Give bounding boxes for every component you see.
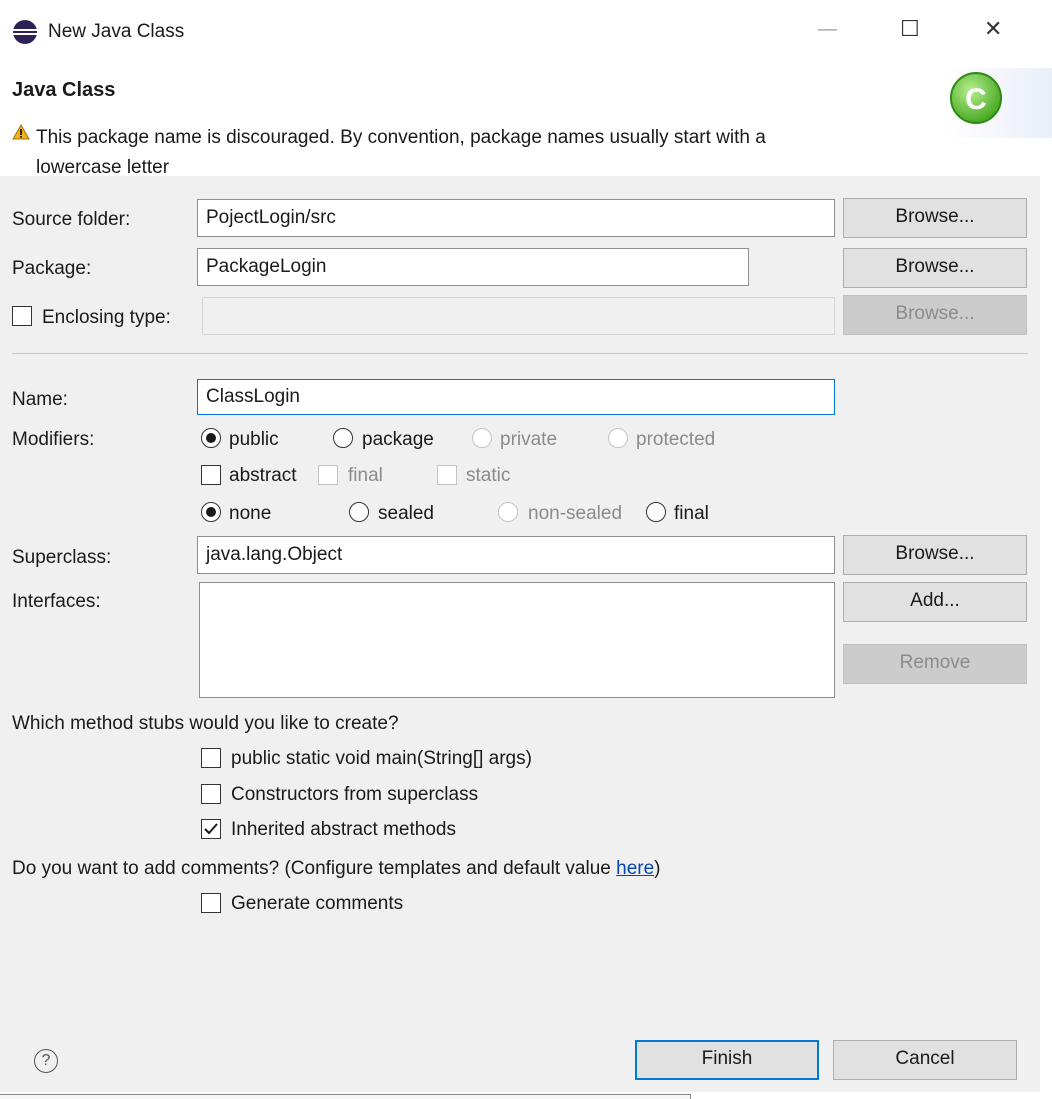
browse-package-button[interactable]: Browse... xyxy=(843,248,1027,288)
abstract-label: abstract xyxy=(229,465,297,486)
modifier-private-radio xyxy=(472,428,492,448)
final-label: final xyxy=(348,465,383,486)
interfaces-label: Interfaces: xyxy=(12,591,101,612)
enclosing-type-input xyxy=(202,297,835,335)
page-title: Java Class xyxy=(12,79,116,101)
separator xyxy=(12,353,1028,354)
enclosing-type-label: Enclosing type: xyxy=(42,307,171,328)
inherited-methods-checkbox[interactable] xyxy=(201,819,221,839)
sealing-none-label: none xyxy=(229,503,272,524)
source-folder-input[interactable]: PojectLogin/src xyxy=(197,199,835,237)
maximize-button[interactable]: ☐ xyxy=(900,17,920,41)
warning-message: This package name is discouraged. By con… xyxy=(36,127,766,148)
modifiers-label: Modifiers: xyxy=(12,429,95,450)
window-title: New Java Class xyxy=(48,21,185,42)
source-folder-label: Source folder: xyxy=(12,209,131,230)
package-label: Package: xyxy=(12,258,92,279)
modifier-package-label: package xyxy=(362,429,434,450)
configure-templates-link[interactable]: here xyxy=(616,858,654,879)
modifier-private-label: private xyxy=(500,429,558,450)
close-button[interactable]: ✕ xyxy=(984,17,1002,41)
browse-source-folder-button[interactable]: Browse... xyxy=(843,198,1027,238)
modifier-protected-radio xyxy=(608,428,628,448)
sealing-final-radio[interactable] xyxy=(646,502,666,522)
final-checkbox xyxy=(318,465,338,485)
checkmark-icon xyxy=(204,823,218,835)
sealing-none-radio[interactable] xyxy=(201,502,221,522)
sealing-final-label: final xyxy=(674,503,709,524)
enclosing-type-checkbox[interactable] xyxy=(12,306,32,326)
generate-comments-checkbox[interactable] xyxy=(201,893,221,913)
eclipse-app-icon xyxy=(13,20,37,44)
comments-question-text: Do you want to add comments? (Configure … xyxy=(12,858,617,879)
window-bottom-edge xyxy=(0,1094,691,1099)
cancel-button[interactable]: Cancel xyxy=(833,1040,1017,1080)
superclass-label: Superclass: xyxy=(12,547,112,568)
minimize-button[interactable]: — xyxy=(818,18,837,42)
constructors-label: Constructors from superclass xyxy=(231,784,479,805)
modifier-protected-label: protected xyxy=(636,429,716,450)
remove-interface-button: Remove xyxy=(843,644,1027,684)
generate-comments-label: Generate comments xyxy=(231,893,404,914)
sealing-sealed-label: sealed xyxy=(378,503,434,524)
name-label: Name: xyxy=(12,389,68,410)
class-badge-icon: C xyxy=(946,68,1052,138)
superclass-input[interactable]: java.lang.Object xyxy=(197,536,835,574)
warning-icon xyxy=(12,124,30,140)
modifier-public-radio[interactable] xyxy=(201,428,221,448)
modifier-package-radio[interactable] xyxy=(333,428,353,448)
finish-button[interactable]: Finish xyxy=(635,1040,819,1080)
constructors-checkbox[interactable] xyxy=(201,784,221,804)
package-input[interactable]: PackageLogin xyxy=(197,248,749,286)
method-stubs-question: Which method stubs would you like to cre… xyxy=(12,713,399,734)
browse-enclosing-type-button: Browse... xyxy=(843,295,1027,335)
static-checkbox xyxy=(437,465,457,485)
inherited-methods-label: Inherited abstract methods xyxy=(231,819,456,840)
main-method-label: public static void main(String[] args) xyxy=(231,748,532,769)
sealing-non-sealed-label: non-sealed xyxy=(528,503,623,524)
abstract-checkbox[interactable] xyxy=(201,465,221,485)
name-input[interactable]: ClassLogin xyxy=(197,379,835,415)
sealing-non-sealed-radio xyxy=(498,502,518,522)
add-interface-button[interactable]: Add... xyxy=(843,582,1027,622)
sealing-sealed-radio[interactable] xyxy=(349,502,369,522)
interfaces-list[interactable] xyxy=(199,582,835,698)
static-label: static xyxy=(466,465,511,486)
comments-question: Do you want to add comments? (Configure … xyxy=(12,857,660,881)
title-bar: New Java Class — ☐ ✕ xyxy=(0,0,1052,62)
badge-letter: C xyxy=(965,83,987,116)
main-method-checkbox[interactable] xyxy=(201,748,221,768)
help-icon[interactable]: ? xyxy=(34,1049,58,1073)
modifier-public-label: public xyxy=(229,429,279,450)
comments-question-close: ) xyxy=(654,858,661,879)
browse-superclass-button[interactable]: Browse... xyxy=(843,535,1027,575)
